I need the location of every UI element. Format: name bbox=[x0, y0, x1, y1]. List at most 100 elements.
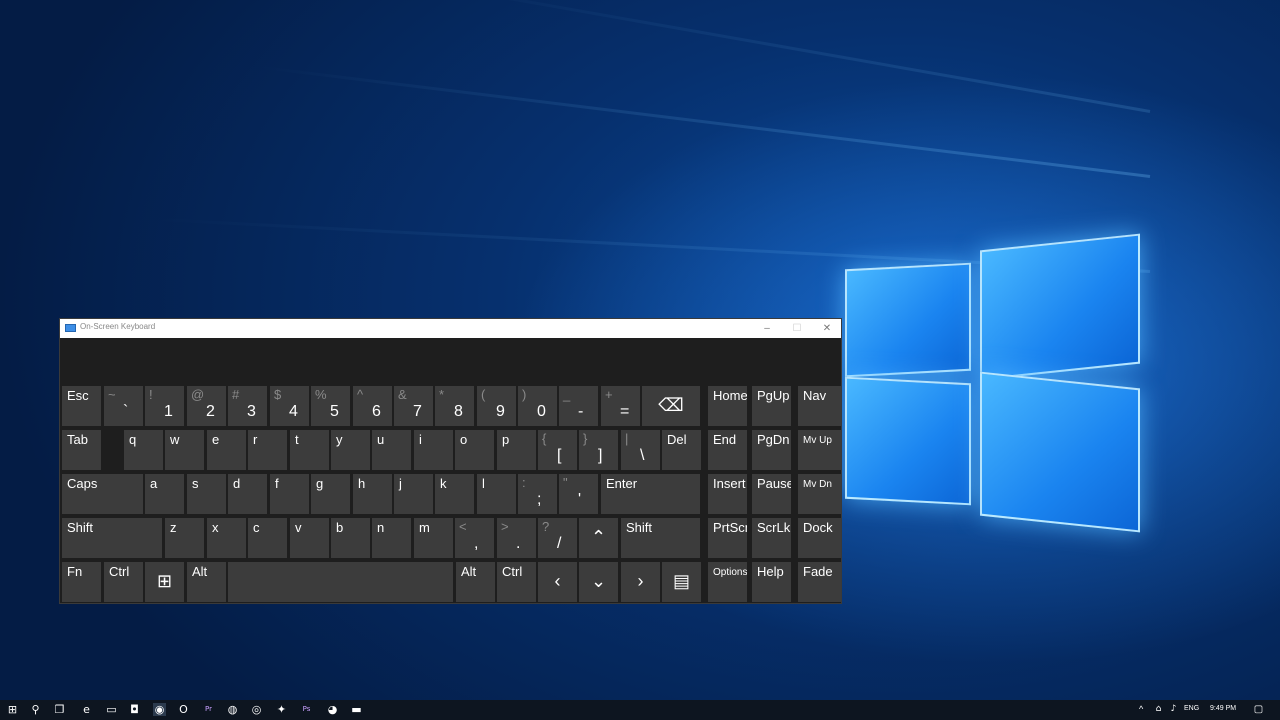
minimize-button[interactable]: – bbox=[752, 319, 782, 338]
key-4-36[interactable]: $4 bbox=[270, 386, 309, 426]
start-icon[interactable]: ⊞ bbox=[6, 703, 19, 716]
key-s[interactable]: s bbox=[187, 474, 226, 514]
key-w[interactable]: w bbox=[165, 430, 204, 470]
key-9-40[interactable]: (9 bbox=[477, 386, 516, 426]
key-o[interactable]: o bbox=[455, 430, 494, 470]
search-icon[interactable]: ⚲ bbox=[29, 703, 42, 716]
key-pause[interactable]: Pause bbox=[752, 474, 791, 514]
arrow-up-key[interactable]: ⌃ bbox=[579, 518, 618, 558]
key-t[interactable]: t bbox=[290, 430, 329, 470]
network-icon[interactable]: ⌂ bbox=[1152, 703, 1165, 716]
key-43[interactable]: + = bbox=[601, 386, 640, 426]
key-7-38[interactable]: & 7 bbox=[394, 386, 433, 426]
key-pgup[interactable]: PgUp bbox=[752, 386, 791, 426]
key-shift[interactable]: Shift bbox=[621, 518, 700, 558]
chrome-icon[interactable]: ◉ bbox=[153, 703, 166, 716]
key-fade[interactable]: Fade bbox=[798, 562, 841, 602]
key-j[interactable]: j bbox=[394, 474, 433, 514]
key-i[interactable]: i bbox=[414, 430, 453, 470]
key-esc[interactable]: Esc bbox=[62, 386, 101, 426]
key-1-33[interactable]: ! 1 bbox=[145, 386, 184, 426]
steam-icon[interactable]: ◎ bbox=[250, 703, 263, 716]
key-caps[interactable]: Caps bbox=[62, 474, 143, 514]
key-0-41[interactable]: ) 0 bbox=[518, 386, 557, 426]
key-dock[interactable]: Dock bbox=[798, 518, 841, 558]
menu-key-key[interactable]: ▤ bbox=[662, 562, 701, 602]
key-p[interactable]: p bbox=[497, 430, 536, 470]
file-explorer-icon[interactable]: ▭ bbox=[105, 703, 118, 716]
key-prtscn[interactable]: PrtScn bbox=[708, 518, 747, 558]
key-mv-dn[interactable]: Mv Dn bbox=[798, 474, 841, 514]
arrow-left-key[interactable]: ‹ bbox=[538, 562, 577, 602]
tray-chevron-icon[interactable]: ^ bbox=[1139, 704, 1143, 714]
key-y[interactable]: y bbox=[331, 430, 370, 470]
maximize-button[interactable]: ☐ bbox=[782, 319, 812, 338]
opera-icon[interactable]: O bbox=[177, 703, 190, 716]
key-v[interactable]: v bbox=[290, 518, 329, 558]
premiere-icon[interactable]: Pr bbox=[202, 703, 215, 716]
key-125[interactable]: }] bbox=[579, 430, 618, 470]
key-backslash[interactable]: | \ bbox=[621, 430, 660, 470]
key-backtick[interactable]: ~ ` bbox=[104, 386, 143, 426]
key-alt[interactable]: Alt bbox=[187, 562, 226, 602]
key-g[interactable]: g bbox=[311, 474, 350, 514]
close-button[interactable]: ✕ bbox=[812, 319, 842, 338]
key-c[interactable]: c bbox=[248, 518, 287, 558]
key-alt[interactable]: Alt bbox=[456, 562, 495, 602]
key-l[interactable]: l bbox=[477, 474, 516, 514]
key-fn[interactable]: Fn bbox=[62, 562, 101, 602]
app2-icon[interactable]: ✦ bbox=[275, 703, 288, 716]
arrow-down-key[interactable]: ⌄ bbox=[579, 562, 618, 602]
title-bar[interactable]: On-Screen Keyboard – ☐ ✕ bbox=[60, 319, 841, 338]
key-b[interactable]: b bbox=[331, 518, 370, 558]
language-indicator[interactable]: ENG bbox=[1184, 705, 1199, 712]
key-mv-up[interactable]: Mv Up bbox=[798, 430, 841, 470]
app3-icon[interactable]: ◕ bbox=[326, 703, 339, 716]
windows-key-key[interactable]: ⊞ bbox=[145, 562, 184, 602]
key-2-64[interactable]: @2 bbox=[187, 386, 226, 426]
key-insert[interactable]: Insert bbox=[708, 474, 747, 514]
key-x[interactable]: x bbox=[207, 518, 246, 558]
volume-icon[interactable]: ♪ bbox=[1167, 703, 1180, 716]
app-icon[interactable]: ◍ bbox=[226, 703, 239, 716]
key-d[interactable]: d bbox=[228, 474, 267, 514]
key-tab[interactable]: Tab bbox=[62, 430, 101, 470]
backspace-key[interactable]: ⌫ bbox=[642, 386, 700, 426]
clock[interactable]: 9:49 PM bbox=[1210, 705, 1236, 712]
osk-icon[interactable]: ▬ bbox=[350, 703, 363, 716]
key-u[interactable]: u bbox=[372, 430, 411, 470]
key-m[interactable]: m bbox=[414, 518, 453, 558]
key-home[interactable]: Home bbox=[708, 386, 747, 426]
key-help[interactable]: Help bbox=[752, 562, 791, 602]
key-del[interactable]: Del bbox=[662, 430, 701, 470]
key-h[interactable]: h bbox=[353, 474, 392, 514]
spacebar-key[interactable] bbox=[228, 562, 453, 602]
key-3-35[interactable]: #3 bbox=[228, 386, 267, 426]
key-e[interactable]: e bbox=[207, 430, 246, 470]
key-ctrl[interactable]: Ctrl bbox=[104, 562, 143, 602]
photoshop-icon[interactable]: Ps bbox=[300, 703, 313, 716]
key-shift[interactable]: Shift bbox=[62, 518, 162, 558]
key-q[interactable]: q bbox=[124, 430, 163, 470]
key-ctrl[interactable]: Ctrl bbox=[497, 562, 536, 602]
key-end[interactable]: End bbox=[708, 430, 747, 470]
key-r[interactable]: r bbox=[248, 430, 287, 470]
key-f[interactable]: f bbox=[270, 474, 309, 514]
key-34[interactable]: " ' bbox=[559, 474, 598, 514]
key-z[interactable]: z bbox=[165, 518, 204, 558]
key-scrlk[interactable]: ScrLk bbox=[752, 518, 791, 558]
arrow-right-key[interactable]: › bbox=[621, 562, 660, 602]
key-a[interactable]: a bbox=[145, 474, 184, 514]
key-8-42[interactable]: * 8 bbox=[435, 386, 474, 426]
key-95[interactable]: _ - bbox=[559, 386, 598, 426]
key-n[interactable]: n bbox=[372, 518, 411, 558]
key-63[interactable]: ? / bbox=[538, 518, 577, 558]
key-60[interactable]: <, bbox=[455, 518, 494, 558]
key-k[interactable]: k bbox=[435, 474, 474, 514]
key-6-94[interactable]: ^ 6 bbox=[353, 386, 392, 426]
key-123[interactable]: {[ bbox=[538, 430, 577, 470]
key-nav[interactable]: Nav bbox=[798, 386, 841, 426]
key-58[interactable]: :; bbox=[518, 474, 557, 514]
store-icon[interactable]: ◘ bbox=[128, 703, 141, 716]
key-options[interactable]: Options bbox=[708, 562, 747, 602]
